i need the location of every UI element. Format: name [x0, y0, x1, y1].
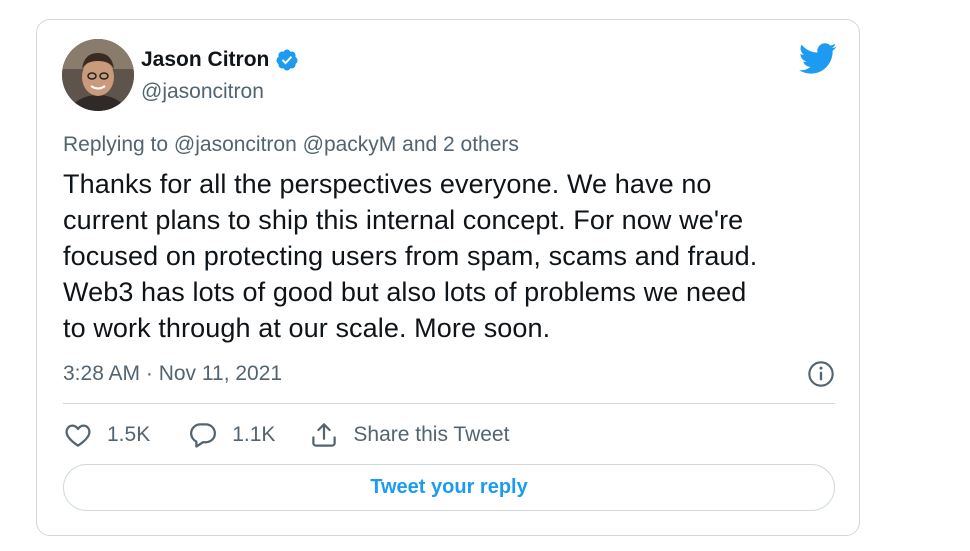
twitter-bird-icon[interactable] — [799, 42, 837, 74]
tweet-text-line: focused on protecting users from spam, s… — [63, 241, 758, 271]
mention-link[interactable]: @jasoncitron — [174, 133, 297, 156]
verified-badge-icon — [276, 49, 298, 71]
tweet-actions: 1.5K 1.1K Share this Tweet — [63, 420, 509, 450]
tweet-text-line: Web3 has lots of good but also lots of p… — [63, 277, 747, 307]
profile-photo — [62, 39, 134, 111]
tweet-timestamp[interactable]: 3:28 AM · Nov 11, 2021 — [63, 362, 282, 386]
mention-link[interactable]: @packyM — [303, 133, 397, 156]
tweet-text-line: Thanks for all the perspectives everyone… — [63, 169, 712, 199]
share-button[interactable]: Share this Tweet — [309, 420, 509, 450]
tweet-card: Jason Citron @jasoncitron Replying to @j… — [36, 19, 860, 536]
author-handle[interactable]: @jasoncitron — [141, 80, 264, 104]
replying-to-line: Replying to @jasoncitron @packyM and 2 o… — [63, 133, 519, 157]
replying-to-prefix: Replying to — [63, 133, 169, 156]
reply-count: 1.1K — [232, 423, 276, 446]
share-icon — [312, 423, 337, 447]
like-count: 1.5K — [107, 423, 151, 446]
author-name-row: Jason Citron — [141, 48, 299, 72]
heart-icon — [65, 424, 91, 447]
comment-icon — [190, 423, 217, 448]
tweet-text-line: to work through at our scale. More soon. — [63, 313, 551, 343]
reply-button[interactable]: 1.1K — [188, 420, 275, 450]
info-icon[interactable] — [807, 360, 835, 388]
like-button[interactable]: 1.5K — [63, 420, 150, 450]
author-name[interactable]: Jason Citron — [141, 48, 269, 72]
others-link[interactable]: and 2 others — [402, 133, 519, 156]
tweet-your-reply-button[interactable]: Tweet your reply — [63, 464, 835, 511]
tweet-text-line: current plans to ship this internal conc… — [63, 205, 744, 235]
avatar[interactable] — [62, 39, 134, 111]
tweet-meta: 3:28 AM · Nov 11, 2021 — [63, 360, 835, 388]
tweet-text: Thanks for all the perspectives everyone… — [63, 166, 833, 346]
share-label: Share this Tweet — [353, 423, 510, 446]
divider — [63, 403, 835, 404]
